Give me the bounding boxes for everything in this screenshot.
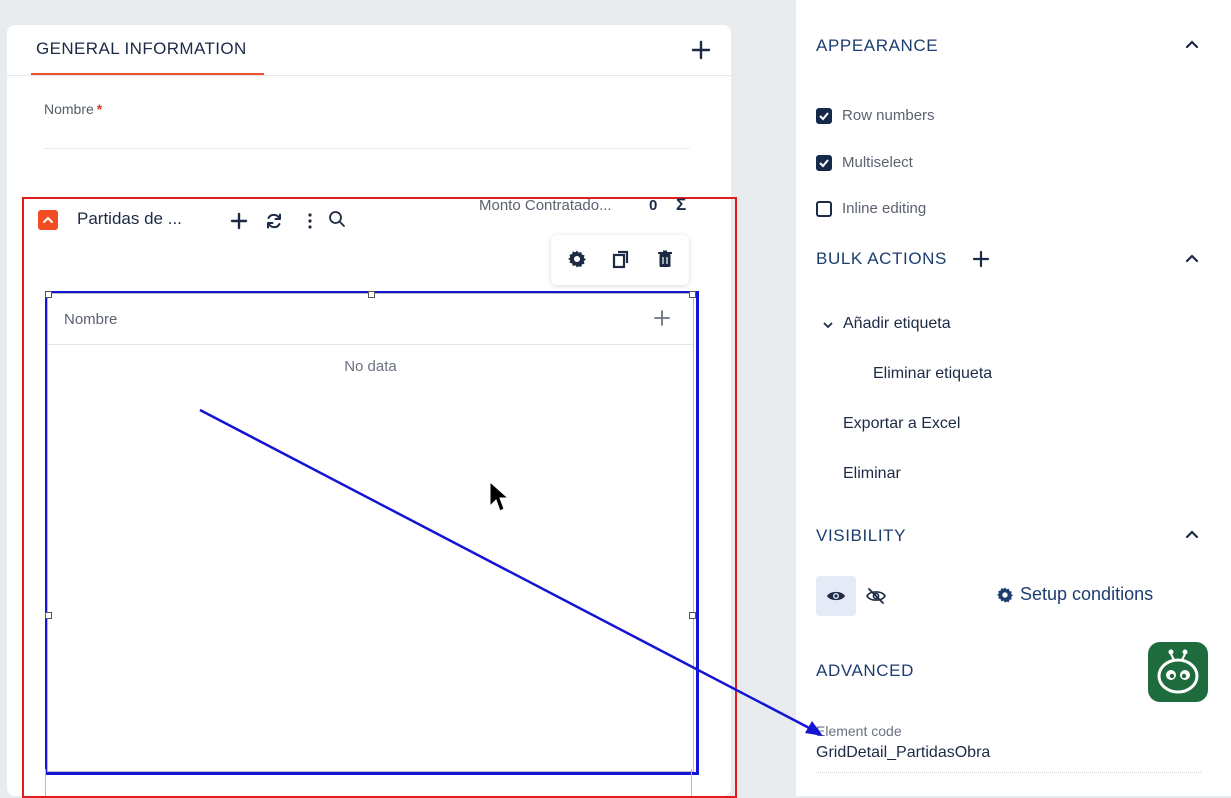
setup-conditions-label: Setup conditions <box>1020 584 1154 604</box>
advanced-section-title: ADVANCED <box>816 661 915 680</box>
inline-editing-label: Inline editing <box>842 200 927 217</box>
bulk-actions-section-title: BULK ACTIONS <box>816 249 947 268</box>
required-indicator: * <box>96 101 103 117</box>
nombre-field-input[interactable] <box>44 148 690 149</box>
visible-toggle-button[interactable] <box>816 576 856 616</box>
more-options-icon[interactable] <box>302 211 318 231</box>
sum-icon: Σ <box>676 195 687 214</box>
appearance-chevron-up-icon[interactable] <box>1184 37 1200 53</box>
empty-state-text: No data <box>344 358 397 375</box>
checkmark-icon <box>819 158 829 167</box>
resize-handle-right[interactable] <box>689 612 696 619</box>
checkmark-icon <box>819 111 829 120</box>
search-icon[interactable] <box>327 209 347 229</box>
bulk-item-exportar-excel[interactable]: Exportar a Excel <box>843 415 960 433</box>
add-tab-icon[interactable] <box>690 39 712 61</box>
row-numbers-checkbox-row[interactable]: Row numbers <box>816 107 935 124</box>
grid-component[interactable]: Partidas de ... Monto Contratado... 0 Σ <box>22 195 737 798</box>
duplicate-icon[interactable] <box>609 247 633 271</box>
visibility-section-title: VISIBILITY <box>816 526 907 545</box>
resize-handle-top-left[interactable] <box>45 291 52 298</box>
tab-general-information-label: GENERAL INFORMATION <box>36 39 247 58</box>
chevron-up-icon <box>43 216 53 223</box>
bulk-item-anadir-etiqueta[interactable]: Añadir etiqueta <box>843 315 951 333</box>
bulk-item-eliminar-etiqueta[interactable]: Eliminar etiqueta <box>873 365 992 383</box>
bulk-actions-chevron-up-icon[interactable] <box>1184 251 1200 267</box>
setup-conditions-button[interactable]: Setup conditions <box>996 584 1153 605</box>
bulk-item-eliminar[interactable]: Eliminar <box>843 465 901 483</box>
hidden-toggle-button[interactable] <box>864 584 888 608</box>
nombre-field-label: Nombre * <box>44 101 102 117</box>
element-code-label: Element code <box>816 723 902 739</box>
inline-editing-checkbox-row[interactable]: Inline editing <box>816 200 926 217</box>
collapse-grid-button[interactable] <box>38 210 58 230</box>
column-header-nombre[interactable]: Nombre <box>64 311 117 328</box>
assistant-bot-button[interactable] <box>1148 642 1208 702</box>
nombre-label-text: Nombre <box>44 101 94 117</box>
appearance-section-title: APPEARANCE <box>816 36 939 55</box>
tab-general-information[interactable]: GENERAL INFORMATION <box>31 25 264 75</box>
eye-off-icon <box>866 588 886 604</box>
inline-editing-checkbox[interactable] <box>816 200 832 217</box>
row-numbers-checkbox[interactable] <box>816 107 832 124</box>
settings-cog-icon <box>996 586 1014 603</box>
eye-icon <box>827 591 845 601</box>
grid-table: Nombre No data <box>47 293 694 772</box>
settings-gear-icon[interactable] <box>565 247 589 271</box>
multiselect-checkbox[interactable] <box>816 154 832 171</box>
grid-title: Partidas de ... <box>77 209 182 228</box>
monto-contratado-value: 0 <box>649 197 658 214</box>
monto-contratado-label: Monto Contratado... <box>479 197 612 214</box>
grid-table-selection[interactable]: Nombre No data <box>45 291 699 775</box>
row-numbers-label: Row numbers <box>842 107 935 124</box>
resize-handle-top[interactable] <box>368 291 375 298</box>
table-header-row: Nombre <box>48 294 693 345</box>
grid-lower-border <box>45 769 692 796</box>
multiselect-checkbox-row[interactable]: Multiselect <box>816 154 913 171</box>
add-column-icon[interactable] <box>653 309 671 327</box>
delete-trash-icon[interactable] <box>653 247 677 271</box>
refresh-icon[interactable] <box>264 211 284 231</box>
chevron-down-icon[interactable] <box>822 319 834 331</box>
add-bulk-action-icon[interactable] <box>972 250 990 268</box>
resize-handle-left[interactable] <box>45 612 52 619</box>
card-header: GENERAL INFORMATION <box>7 25 731 76</box>
robot-icon <box>1157 649 1199 694</box>
visibility-chevron-up-icon[interactable] <box>1184 527 1200 543</box>
element-code-input[interactable]: GridDetail_PartidasObra <box>816 744 990 762</box>
properties-panel: APPEARANCE Row numbers Multiselect Inlin… <box>796 0 1231 796</box>
add-row-icon[interactable] <box>229 211 249 231</box>
element-code-underline <box>816 772 1201 773</box>
multiselect-label: Multiselect <box>842 154 913 171</box>
element-actions-toolbar <box>551 235 689 285</box>
resize-handle-top-right[interactable] <box>689 291 696 298</box>
